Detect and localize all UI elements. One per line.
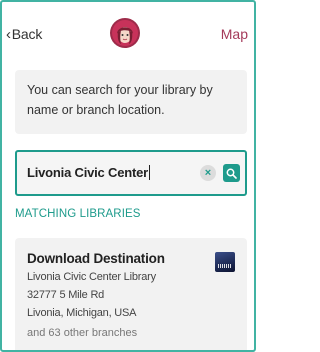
other-branches-count: and 63 other branches: [27, 327, 138, 339]
close-icon: ×: [204, 167, 212, 179]
info-message: You can search for your library by name …: [15, 70, 247, 134]
back-button[interactable]: ‹ Back: [6, 26, 42, 42]
branch-name: Livonia Civic Center Library: [27, 271, 156, 283]
back-label: Back: [11, 26, 43, 42]
top-bar: ‹ Back Map: [2, 2, 254, 64]
search-button[interactable]: [223, 164, 240, 182]
app-frame: ‹ Back Map You can search for your libra…: [0, 0, 256, 352]
clear-search-button[interactable]: ×: [200, 165, 216, 181]
library-name: Download Destination: [27, 251, 165, 266]
search-bar[interactable]: Livonia Civic Center ×: [15, 150, 247, 196]
libby-logo-icon[interactable]: [109, 17, 141, 49]
branch-city: Livonia, Michigan, USA: [27, 307, 137, 319]
library-thumbnail-icon: [215, 252, 235, 272]
search-input-value: Livonia Civic Center: [27, 165, 148, 180]
library-result-card[interactable]: Download Destination Livonia Civic Cente…: [15, 238, 247, 350]
branch-street: 32777 5 Mile Rd: [27, 289, 105, 301]
chevron-left-icon: ‹: [6, 25, 11, 43]
search-input[interactable]: Livonia Civic Center: [27, 164, 150, 182]
matching-libraries-heading: MATCHING LIBRARIES: [15, 208, 141, 220]
search-icon: [226, 168, 237, 179]
text-caret: [148, 165, 150, 181]
thumbnail-barcode: [218, 264, 232, 268]
map-link[interactable]: Map: [221, 26, 248, 42]
